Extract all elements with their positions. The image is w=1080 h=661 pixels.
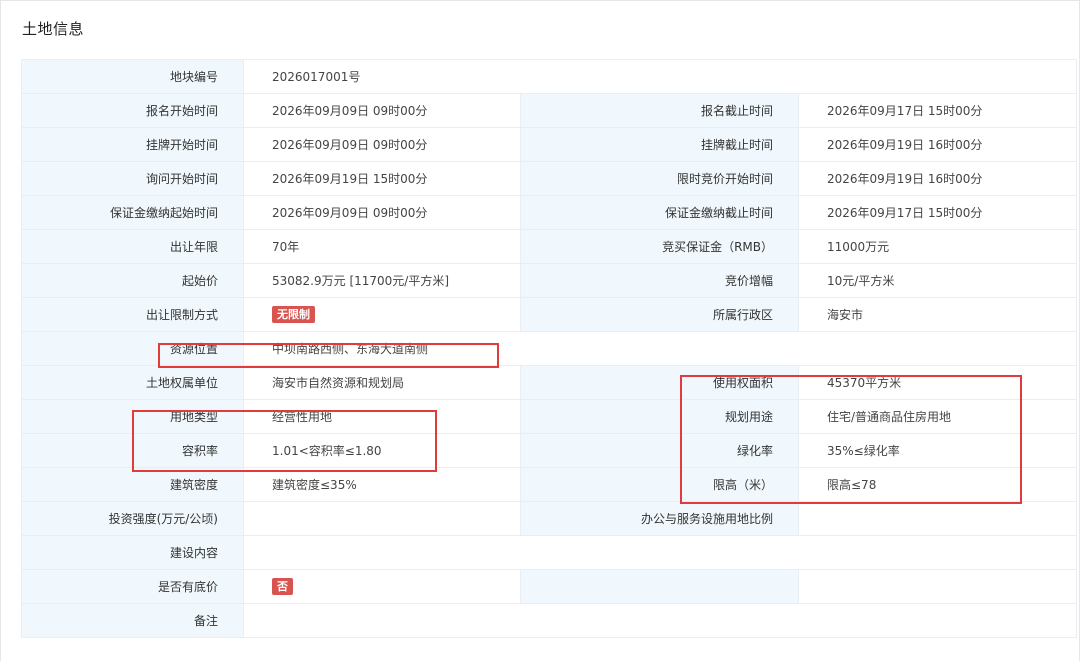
table-row: 容积率 1.01<容积率≤1.80 绿化率 35%≤绿化率 [21, 433, 1078, 468]
value-land-type: 经营性用地 [243, 399, 521, 434]
value-office-ratio [797, 501, 1078, 536]
value-listing-start: 2026年09月09日 09时00分 [243, 127, 521, 162]
value-green-rate: 35%≤绿化率 [797, 433, 1078, 468]
value-density: 建筑密度≤35% [243, 467, 521, 502]
value-signup-end: 2026年09月17日 15时00分 [797, 93, 1078, 128]
value-bid-increment: 10元/平方米 [797, 263, 1078, 298]
label-parcel-no: 地块编号 [21, 59, 244, 94]
reserve-price-badge: 否 [272, 578, 293, 595]
table-row: 挂牌开始时间 2026年09月09日 09时00分 挂牌截止时间 2026年09… [21, 127, 1078, 162]
label-timed-bid-start: 限时竞价开始时间 [520, 161, 799, 196]
label-construction: 建设内容 [21, 535, 244, 570]
value-height-limit: 限高≤78 [797, 467, 1078, 502]
section-title: 土地信息 [22, 20, 85, 38]
restriction-badge: 无限制 [272, 306, 315, 323]
label-signup-end: 报名截止时间 [520, 93, 799, 128]
table-row: 询问开始时间 2026年09月19日 15时00分 限时竞价开始时间 2026年… [21, 161, 1078, 196]
empty-cell [520, 569, 799, 604]
value-investment [243, 501, 521, 536]
label-district: 所属行政区 [520, 297, 799, 332]
value-reserve-price: 否 [243, 569, 521, 604]
label-area: 使用权面积 [520, 365, 799, 400]
value-term: 70年 [243, 229, 521, 264]
value-location: 中坝南路西侧、东海大道南侧 [242, 331, 1078, 366]
value-parcel-no: 2026017001号 [242, 59, 1078, 94]
value-bid-deposit: 11000万元 [797, 229, 1078, 264]
table-row: 备注 [21, 603, 1078, 638]
label-bid-increment: 竞价增幅 [520, 263, 799, 298]
label-green-rate: 绿化率 [520, 433, 799, 468]
label-deposit-end: 保证金缴纳截止时间 [520, 195, 799, 230]
label-investment: 投资强度(万元/公顷) [21, 501, 244, 536]
label-far: 容积率 [21, 433, 244, 468]
table-row: 出让年限 70年 竞买保证金（RMB） 11000万元 [21, 229, 1078, 264]
table-row: 投资强度(万元/公顷) 办公与服务设施用地比例 [21, 501, 1078, 536]
value-remarks [242, 603, 1078, 638]
label-start-price: 起始价 [21, 263, 244, 298]
value-deposit-start: 2026年09月09日 09时00分 [243, 195, 521, 230]
label-restriction: 出让限制方式 [21, 297, 244, 332]
table-row: 地块编号 2026017001号 [21, 59, 1078, 94]
value-deposit-end: 2026年09月17日 15时00分 [797, 195, 1078, 230]
label-owner: 土地权属单位 [21, 365, 244, 400]
value-listing-end: 2026年09月19日 16时00分 [797, 127, 1078, 162]
label-bid-deposit: 竞买保证金（RMB） [520, 229, 799, 264]
table-row: 建设内容 [21, 535, 1078, 570]
value-area: 45370平方米 [797, 365, 1078, 400]
table-row: 报名开始时间 2026年09月09日 09时00分 报名截止时间 2026年09… [21, 93, 1078, 128]
value-inquiry-start: 2026年09月19日 15时00分 [243, 161, 521, 196]
label-signup-start: 报名开始时间 [21, 93, 244, 128]
label-location: 资源位置 [21, 331, 244, 366]
label-density: 建筑密度 [21, 467, 244, 502]
value-construction [242, 535, 1078, 570]
label-height-limit: 限高（米） [520, 467, 799, 502]
value-planned-use: 住宅/普通商品住房用地 [797, 399, 1078, 434]
table-row: 保证金缴纳起始时间 2026年09月09日 09时00分 保证金缴纳截止时间 2… [21, 195, 1078, 230]
table-row: 出让限制方式 无限制 所属行政区 海安市 [21, 297, 1078, 332]
table-row: 土地权属单位 海安市自然资源和规划局 使用权面积 45370平方米 [21, 365, 1078, 400]
value-signup-start: 2026年09月09日 09时00分 [243, 93, 521, 128]
label-inquiry-start: 询问开始时间 [21, 161, 244, 196]
value-timed-bid-start: 2026年09月19日 16时00分 [797, 161, 1078, 196]
table-row: 起始价 53082.9万元 [11700元/平方米] 竞价增幅 10元/平方米 [21, 263, 1078, 298]
value-restriction: 无限制 [243, 297, 521, 332]
label-planned-use: 规划用途 [520, 399, 799, 434]
table-row: 建筑密度 建筑密度≤35% 限高（米） 限高≤78 [21, 467, 1078, 502]
value-district: 海安市 [797, 297, 1078, 332]
value-start-price: 53082.9万元 [11700元/平方米] [243, 263, 521, 298]
value-owner: 海安市自然资源和规划局 [243, 365, 521, 400]
label-land-type: 用地类型 [21, 399, 244, 434]
table-row: 是否有底价 否 [21, 569, 1078, 604]
label-listing-end: 挂牌截止时间 [520, 127, 799, 162]
table-row: 用地类型 经营性用地 规划用途 住宅/普通商品住房用地 [21, 399, 1078, 434]
label-office-ratio: 办公与服务设施用地比例 [520, 501, 799, 536]
label-listing-start: 挂牌开始时间 [21, 127, 244, 162]
land-info-panel: 土地信息 地块编号 2026017001号 报名开始时间 2026年09月09日… [0, 0, 1080, 661]
label-remarks: 备注 [21, 603, 244, 638]
label-reserve-price: 是否有底价 [21, 569, 244, 604]
label-deposit-start: 保证金缴纳起始时间 [21, 195, 244, 230]
label-term: 出让年限 [21, 229, 244, 264]
empty-cell [797, 569, 1078, 604]
table-row: 资源位置 中坝南路西侧、东海大道南侧 [21, 331, 1078, 366]
value-far: 1.01<容积率≤1.80 [243, 433, 521, 468]
land-info-table: 地块编号 2026017001号 报名开始时间 2026年09月09日 09时0… [21, 59, 1078, 638]
